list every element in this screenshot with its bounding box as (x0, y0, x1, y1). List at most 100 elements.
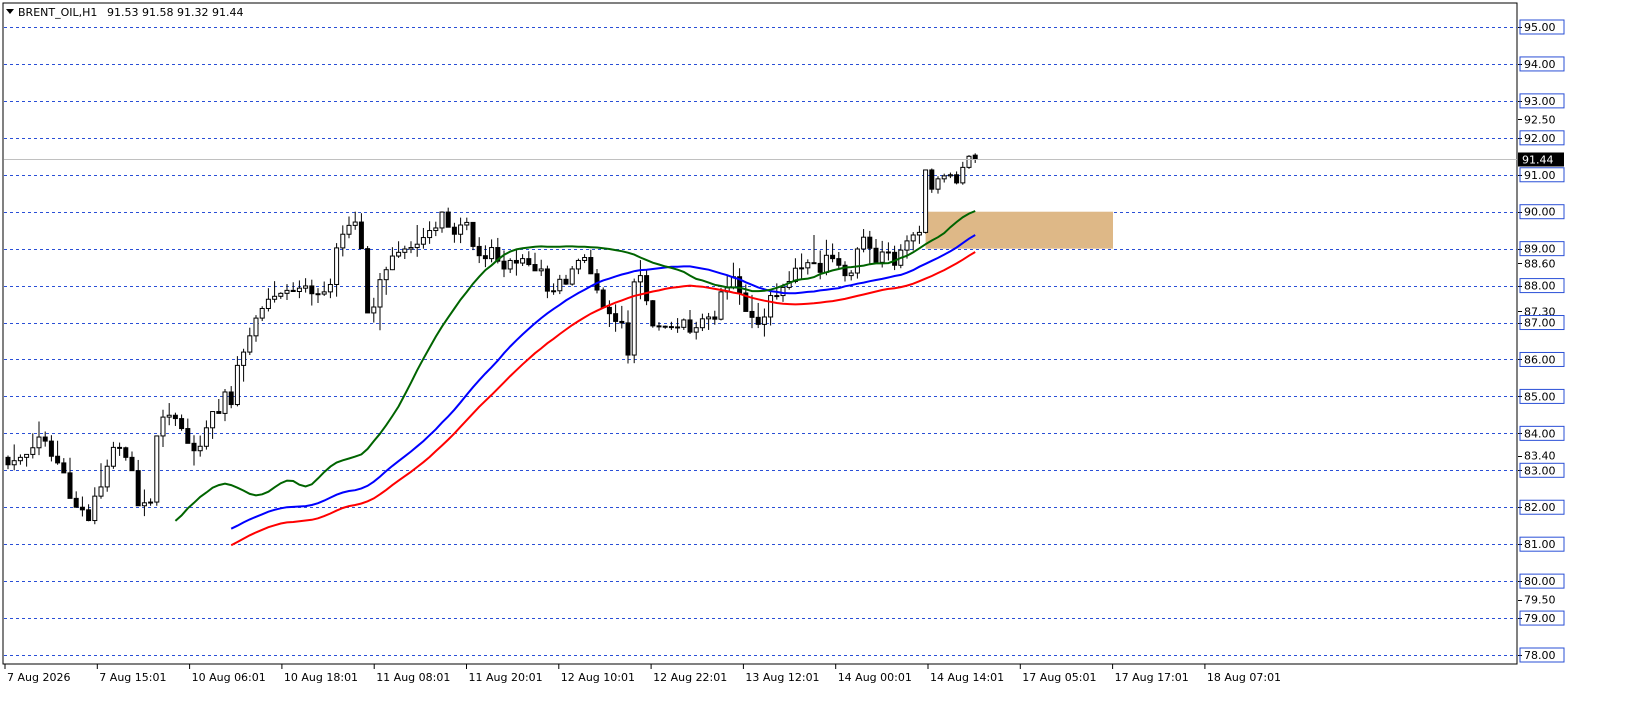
candle (650, 299, 656, 328)
candle-body (687, 319, 693, 333)
candle-body (910, 234, 916, 242)
candle-body (693, 327, 699, 333)
candle-body (284, 289, 290, 294)
candle-body (172, 414, 178, 420)
candle-body (706, 316, 712, 320)
candle-body (117, 446, 123, 449)
candle-body (619, 320, 625, 324)
candle-body (681, 319, 687, 328)
candle-body (265, 298, 271, 309)
candle-body (222, 391, 228, 414)
candle-body (55, 455, 61, 464)
candle-body (513, 259, 519, 264)
candle-body (817, 262, 823, 273)
x-tick-label: 14 Aug 00:01 (838, 671, 912, 684)
y-tick-label: 92.00 (1524, 132, 1556, 145)
candle-body (613, 313, 619, 322)
candle-body (656, 325, 662, 328)
y-tick-label: 93.00 (1524, 95, 1556, 108)
candle-body (960, 166, 966, 184)
candle-body (61, 462, 67, 474)
candle-body (761, 316, 767, 325)
candle-body (476, 245, 482, 257)
candle-body (334, 247, 340, 285)
candle-body (73, 497, 79, 508)
candle-body (569, 268, 575, 285)
candle-body (123, 447, 129, 458)
candle-body (923, 169, 929, 233)
candle-body (774, 295, 780, 298)
candle-body (941, 175, 947, 180)
candle-body (544, 268, 550, 292)
candle-body (811, 262, 817, 265)
price-zone (925, 211, 1113, 249)
x-tick-label: 7 Aug 15:01 (99, 671, 166, 684)
candle (718, 287, 724, 321)
candle-body (718, 291, 724, 320)
candle-body (79, 506, 85, 511)
candle-body (532, 264, 538, 272)
candle-body (433, 227, 439, 232)
candle-body (86, 509, 92, 522)
candle-body (892, 251, 898, 266)
candle-body (929, 169, 935, 190)
candle-body (203, 427, 209, 447)
candle-body (563, 278, 569, 285)
candle-body (650, 300, 656, 327)
candle-body (637, 275, 643, 283)
candle (470, 221, 476, 251)
y-tick-label: 88.60 (1524, 257, 1556, 270)
candle-body (482, 255, 488, 260)
candle-body (247, 335, 253, 353)
candle-body (296, 287, 302, 292)
candle-body (36, 436, 42, 449)
y-tick-label: 91.00 (1524, 169, 1556, 182)
candle-body (272, 295, 278, 300)
candle-body (668, 326, 674, 329)
candle-body (582, 257, 588, 261)
candle-body (420, 237, 426, 245)
candle-body (185, 428, 191, 444)
y-tick-label: 78.00 (1524, 649, 1556, 662)
y-tick-label: 87.00 (1524, 317, 1556, 330)
symbol-label: BRENT_OIL,H1 (18, 6, 97, 19)
candle-body (98, 486, 104, 497)
candle-body (600, 289, 606, 308)
candle-body (538, 268, 544, 272)
candle-body (768, 295, 774, 318)
candle-body (631, 281, 637, 356)
candle-body (228, 391, 234, 406)
candle-body (389, 255, 395, 271)
candle-body (557, 278, 563, 292)
y-tick-label: 79.00 (1524, 612, 1556, 625)
candle-body (699, 318, 705, 329)
y-tick-label: 81.00 (1524, 538, 1556, 551)
candle-body (110, 446, 116, 467)
candle-body (606, 306, 612, 315)
candle-body (947, 174, 953, 177)
candle-body (954, 174, 960, 184)
ohlc-readout: 91.53 91.58 91.32 91.44 (107, 6, 243, 19)
candle-body (104, 465, 110, 488)
candle-body (439, 211, 445, 229)
candle-body (799, 267, 805, 270)
candle (631, 278, 637, 364)
candle (923, 169, 929, 234)
candle-body (17, 456, 23, 462)
candle-body (11, 460, 17, 466)
chart-window: 95.00 94.00 93.00 92.50 92.00 91.00 90.00 89.00… (0, 0, 1626, 714)
candle-body (935, 178, 941, 190)
candle-body (135, 470, 141, 507)
y-tick-label: 80.00 (1524, 575, 1556, 588)
candle (600, 287, 606, 308)
candlestick-chart: 95.00 94.00 93.00 92.50 92.00 91.00 90.00 89.00… (2, 2, 1565, 684)
candle-body (464, 221, 470, 226)
candle-body (662, 325, 668, 328)
candle-body (166, 414, 172, 418)
candle-body (278, 292, 284, 297)
candle-body (148, 501, 154, 504)
x-tick-label: 10 Aug 18:01 (284, 671, 358, 684)
x-tick-label: 12 Aug 22:01 (653, 671, 727, 684)
candle-body (42, 436, 48, 442)
candle-body (191, 442, 197, 452)
